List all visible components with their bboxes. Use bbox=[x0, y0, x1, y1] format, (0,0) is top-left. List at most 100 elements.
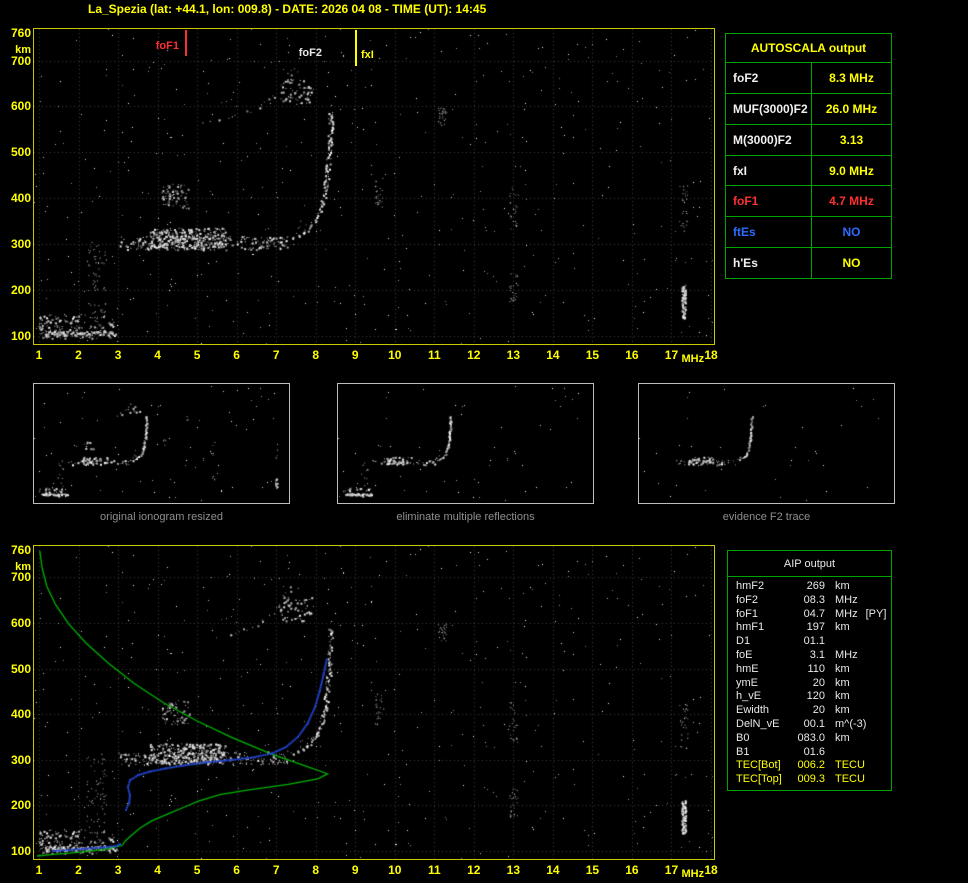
y-tick-label-main: 600 bbox=[10, 99, 31, 114]
aip-row-value: 08.3 bbox=[803, 593, 825, 606]
aip-row-unit: MHz bbox=[835, 648, 858, 661]
aip-row-unit: km bbox=[835, 662, 850, 675]
y-tick-label-profile: 200 bbox=[10, 798, 31, 813]
x-tick-label-profile: 13 bbox=[506, 863, 521, 877]
aip-output-panel: AIP output hmF2 269 km foF2 08.3 MHz foF1 04.7 M… bbox=[727, 550, 892, 791]
aip-row-value: 083.0 bbox=[797, 731, 825, 744]
aip-row-label: TEC[Bot] bbox=[736, 759, 781, 772]
aip-row: h_vE 120 km bbox=[728, 690, 891, 704]
aip-row-label: DelN_vE bbox=[736, 717, 780, 730]
aip-row-value: 006.2 bbox=[797, 759, 825, 772]
y-axis-unit-main: km bbox=[15, 44, 31, 56]
autoscala-row: MUF(3000)F2 26.0 MHz bbox=[726, 93, 891, 125]
x-axis-unit-profile: MHz bbox=[681, 868, 705, 880]
aip-row: foF2 08.3 MHz bbox=[728, 594, 891, 608]
autoscala-output-table: AUTOSCALA output foF2 8.3 MHz MUF(3000)F2 2… bbox=[725, 33, 892, 279]
x-tick-label-profile: 11 bbox=[427, 863, 441, 877]
autoscala-row: fxI 9.0 MHz bbox=[726, 155, 891, 187]
thumbnail-caption-original: original ionogram resized bbox=[100, 511, 223, 523]
aip-row-value: 3.1 bbox=[809, 648, 825, 661]
autoscala-row: foF2 8.3 MHz bbox=[726, 63, 891, 94]
aip-row-label: hmF2 bbox=[736, 580, 765, 592]
y-tick-label-profile: 300 bbox=[10, 752, 31, 767]
aip-row-extra: [PY] bbox=[865, 607, 887, 620]
autoscala-row: ftEs NO bbox=[726, 217, 891, 249]
marker-label-fof1: foF1 bbox=[155, 40, 179, 52]
aip-row-label: foE bbox=[736, 648, 753, 661]
marker-line-fxi bbox=[355, 30, 357, 66]
thumbnail-no-multiples-canvas bbox=[338, 384, 593, 503]
x-tick-label-profile: 2 bbox=[75, 863, 82, 877]
x-tick-label-main: 5 bbox=[193, 348, 201, 362]
aip-row-value: 269 bbox=[806, 580, 825, 592]
aip-row: Ewidth 20 km bbox=[728, 704, 891, 718]
x-tick-label-main: 8 bbox=[312, 348, 320, 362]
y-tick-label-profile: 400 bbox=[10, 707, 31, 722]
aip-row: B1 01.6 bbox=[728, 746, 891, 760]
x-tick-label-main: 4 bbox=[154, 348, 161, 362]
aip-row-label: hmF1 bbox=[736, 621, 765, 634]
x-tick-label-profile: 3 bbox=[114, 863, 122, 877]
x-tick-label-profile: 14 bbox=[546, 863, 560, 877]
aip-row-label: ymE bbox=[736, 676, 758, 689]
ionogram-canvas-main bbox=[34, 29, 714, 344]
aip-row-value: 00.1 bbox=[803, 717, 825, 730]
ionogram-plot-profile bbox=[33, 545, 715, 860]
thumbnail-f2-trace bbox=[638, 383, 895, 504]
aip-row-label: D1 bbox=[736, 635, 751, 648]
aip-row: TEC[Bot] 006.2 TECU bbox=[728, 759, 891, 773]
aip-row: B0 083.0 km bbox=[728, 732, 891, 746]
aip-row-value: 20 bbox=[812, 704, 825, 717]
aip-row: hmE 110 km bbox=[728, 663, 891, 677]
aip-row: foE 3.1 MHz bbox=[728, 649, 891, 663]
x-tick-label-main: 1 bbox=[35, 348, 43, 362]
ionogram-plot-main bbox=[33, 28, 715, 345]
thumbnail-original-ionogram bbox=[33, 383, 290, 504]
x-tick-label-profile: 9 bbox=[351, 863, 359, 877]
aip-row: hmF2 269 km bbox=[728, 580, 891, 594]
aip-row-value: 110 bbox=[807, 662, 825, 675]
y-tick-label-main: 100 bbox=[10, 329, 31, 343]
aip-row-label: foF2 bbox=[736, 593, 759, 606]
autoscala-row-value: 8.3 MHz bbox=[829, 70, 874, 85]
x-tick-label-main: 16 bbox=[625, 348, 639, 362]
aip-row-unit bbox=[825, 746, 835, 760]
autoscala-title: AUTOSCALA output bbox=[726, 34, 891, 63]
aip-row-unit: km bbox=[835, 731, 850, 744]
x-tick-label-profile: 7 bbox=[272, 863, 280, 877]
x-tick-label-profile: 8 bbox=[312, 863, 320, 877]
aip-row-value: 01.6 bbox=[803, 745, 825, 758]
aip-row-unit: MHz bbox=[835, 607, 858, 620]
thumbnail-f2-trace-canvas bbox=[639, 384, 894, 503]
aip-row-label: h_vE bbox=[736, 690, 762, 703]
x-tick-label-main: 15 bbox=[585, 348, 600, 362]
marker-label-fof2: foF2 bbox=[298, 47, 322, 59]
autoscala-row-label: MUF(3000)F2 bbox=[726, 93, 812, 124]
aip-row-value: 04.7 bbox=[803, 607, 825, 620]
x-tick-label-profile: 4 bbox=[154, 863, 161, 877]
x-tick-label-profile: 6 bbox=[233, 863, 240, 877]
autoscala-row: foF1 4.7 MHz bbox=[726, 186, 891, 218]
aip-row-unit: km bbox=[835, 676, 850, 689]
autoscala-row-value: 26.0 MHz bbox=[825, 101, 878, 116]
autoscala-row: h'Es NO bbox=[726, 248, 891, 279]
y-tick-label-profile: 600 bbox=[10, 615, 31, 630]
aip-row: TEC[Top] 009.3 TECU bbox=[728, 773, 891, 787]
x-tick-label-profile: 15 bbox=[585, 863, 600, 877]
aip-row-label: B1 bbox=[736, 745, 750, 758]
x-tick-label-main: 10 bbox=[388, 348, 402, 362]
autoscala-row-label: fxI bbox=[726, 155, 812, 186]
autoscala-row-value: NO bbox=[842, 256, 861, 271]
thumbnail-caption-no-multiples: eliminate multiple reflections bbox=[396, 511, 535, 523]
ionogram-canvas-profile bbox=[34, 546, 714, 859]
thumbnail-caption-f2-trace: evidence F2 trace bbox=[722, 511, 811, 523]
aip-row-unit: km bbox=[835, 621, 850, 634]
x-tick-label-profile: 10 bbox=[388, 863, 402, 877]
marker-label-fxi: fxI bbox=[361, 49, 374, 61]
aip-rows: hmF2 269 km foF2 08.3 MHz foF1 04.7 MHz [PY] hmF1 1… bbox=[728, 577, 891, 787]
y-tick-label-main: 760 bbox=[10, 26, 31, 40]
aip-row-unit: m^(-3) bbox=[835, 717, 867, 730]
x-tick-label-main: 2 bbox=[75, 348, 82, 362]
x-tick-label-main: 7 bbox=[272, 348, 280, 362]
aip-row-value: 197 bbox=[806, 621, 825, 634]
